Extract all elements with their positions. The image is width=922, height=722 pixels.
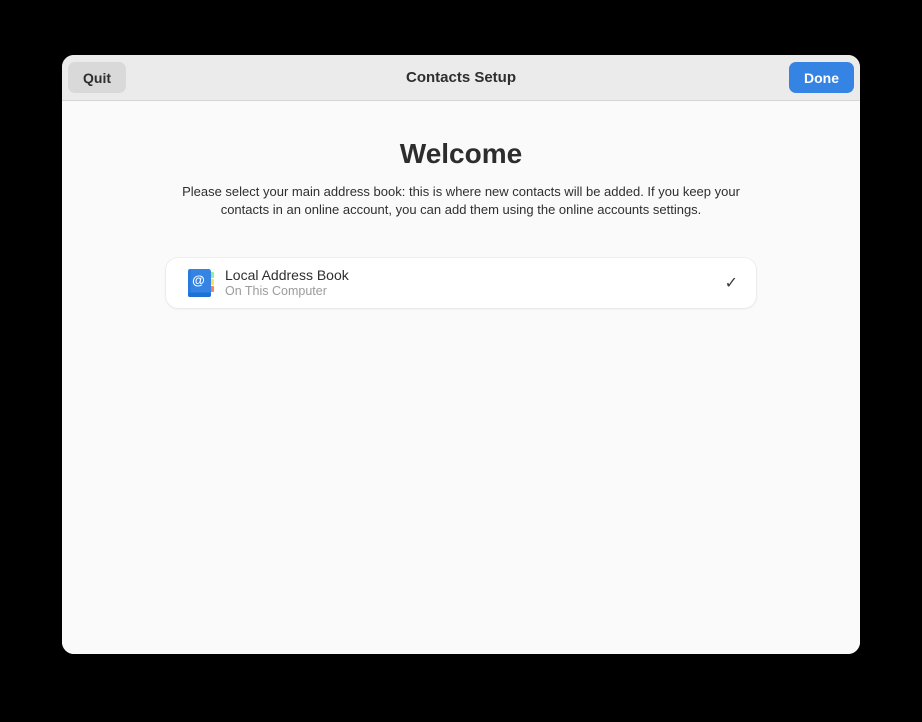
welcome-heading: Welcome [400,138,522,170]
window-title: Contacts Setup [62,69,860,86]
address-book-location: On This Computer [225,284,349,299]
description-text: Please select your main address book: th… [159,183,763,218]
header-bar: Quit Contacts Setup Done [62,55,860,101]
address-book-icon: @ [185,267,217,299]
address-book-labels: Local Address Book On This Computer [225,267,349,299]
main-content: Welcome Please select your main address … [62,101,860,654]
done-button[interactable]: Done [789,62,854,93]
address-book-name: Local Address Book [225,267,349,284]
address-book-list: @ Local Address Book On This Computer ✓ [166,258,756,308]
address-book-row[interactable]: @ Local Address Book On This Computer ✓ [166,258,756,308]
at-glyph: @ [192,273,205,288]
contacts-setup-window: Quit Contacts Setup Done Welcome Please … [62,55,860,654]
quit-button[interactable]: Quit [68,62,126,93]
check-icon: ✓ [725,273,738,293]
